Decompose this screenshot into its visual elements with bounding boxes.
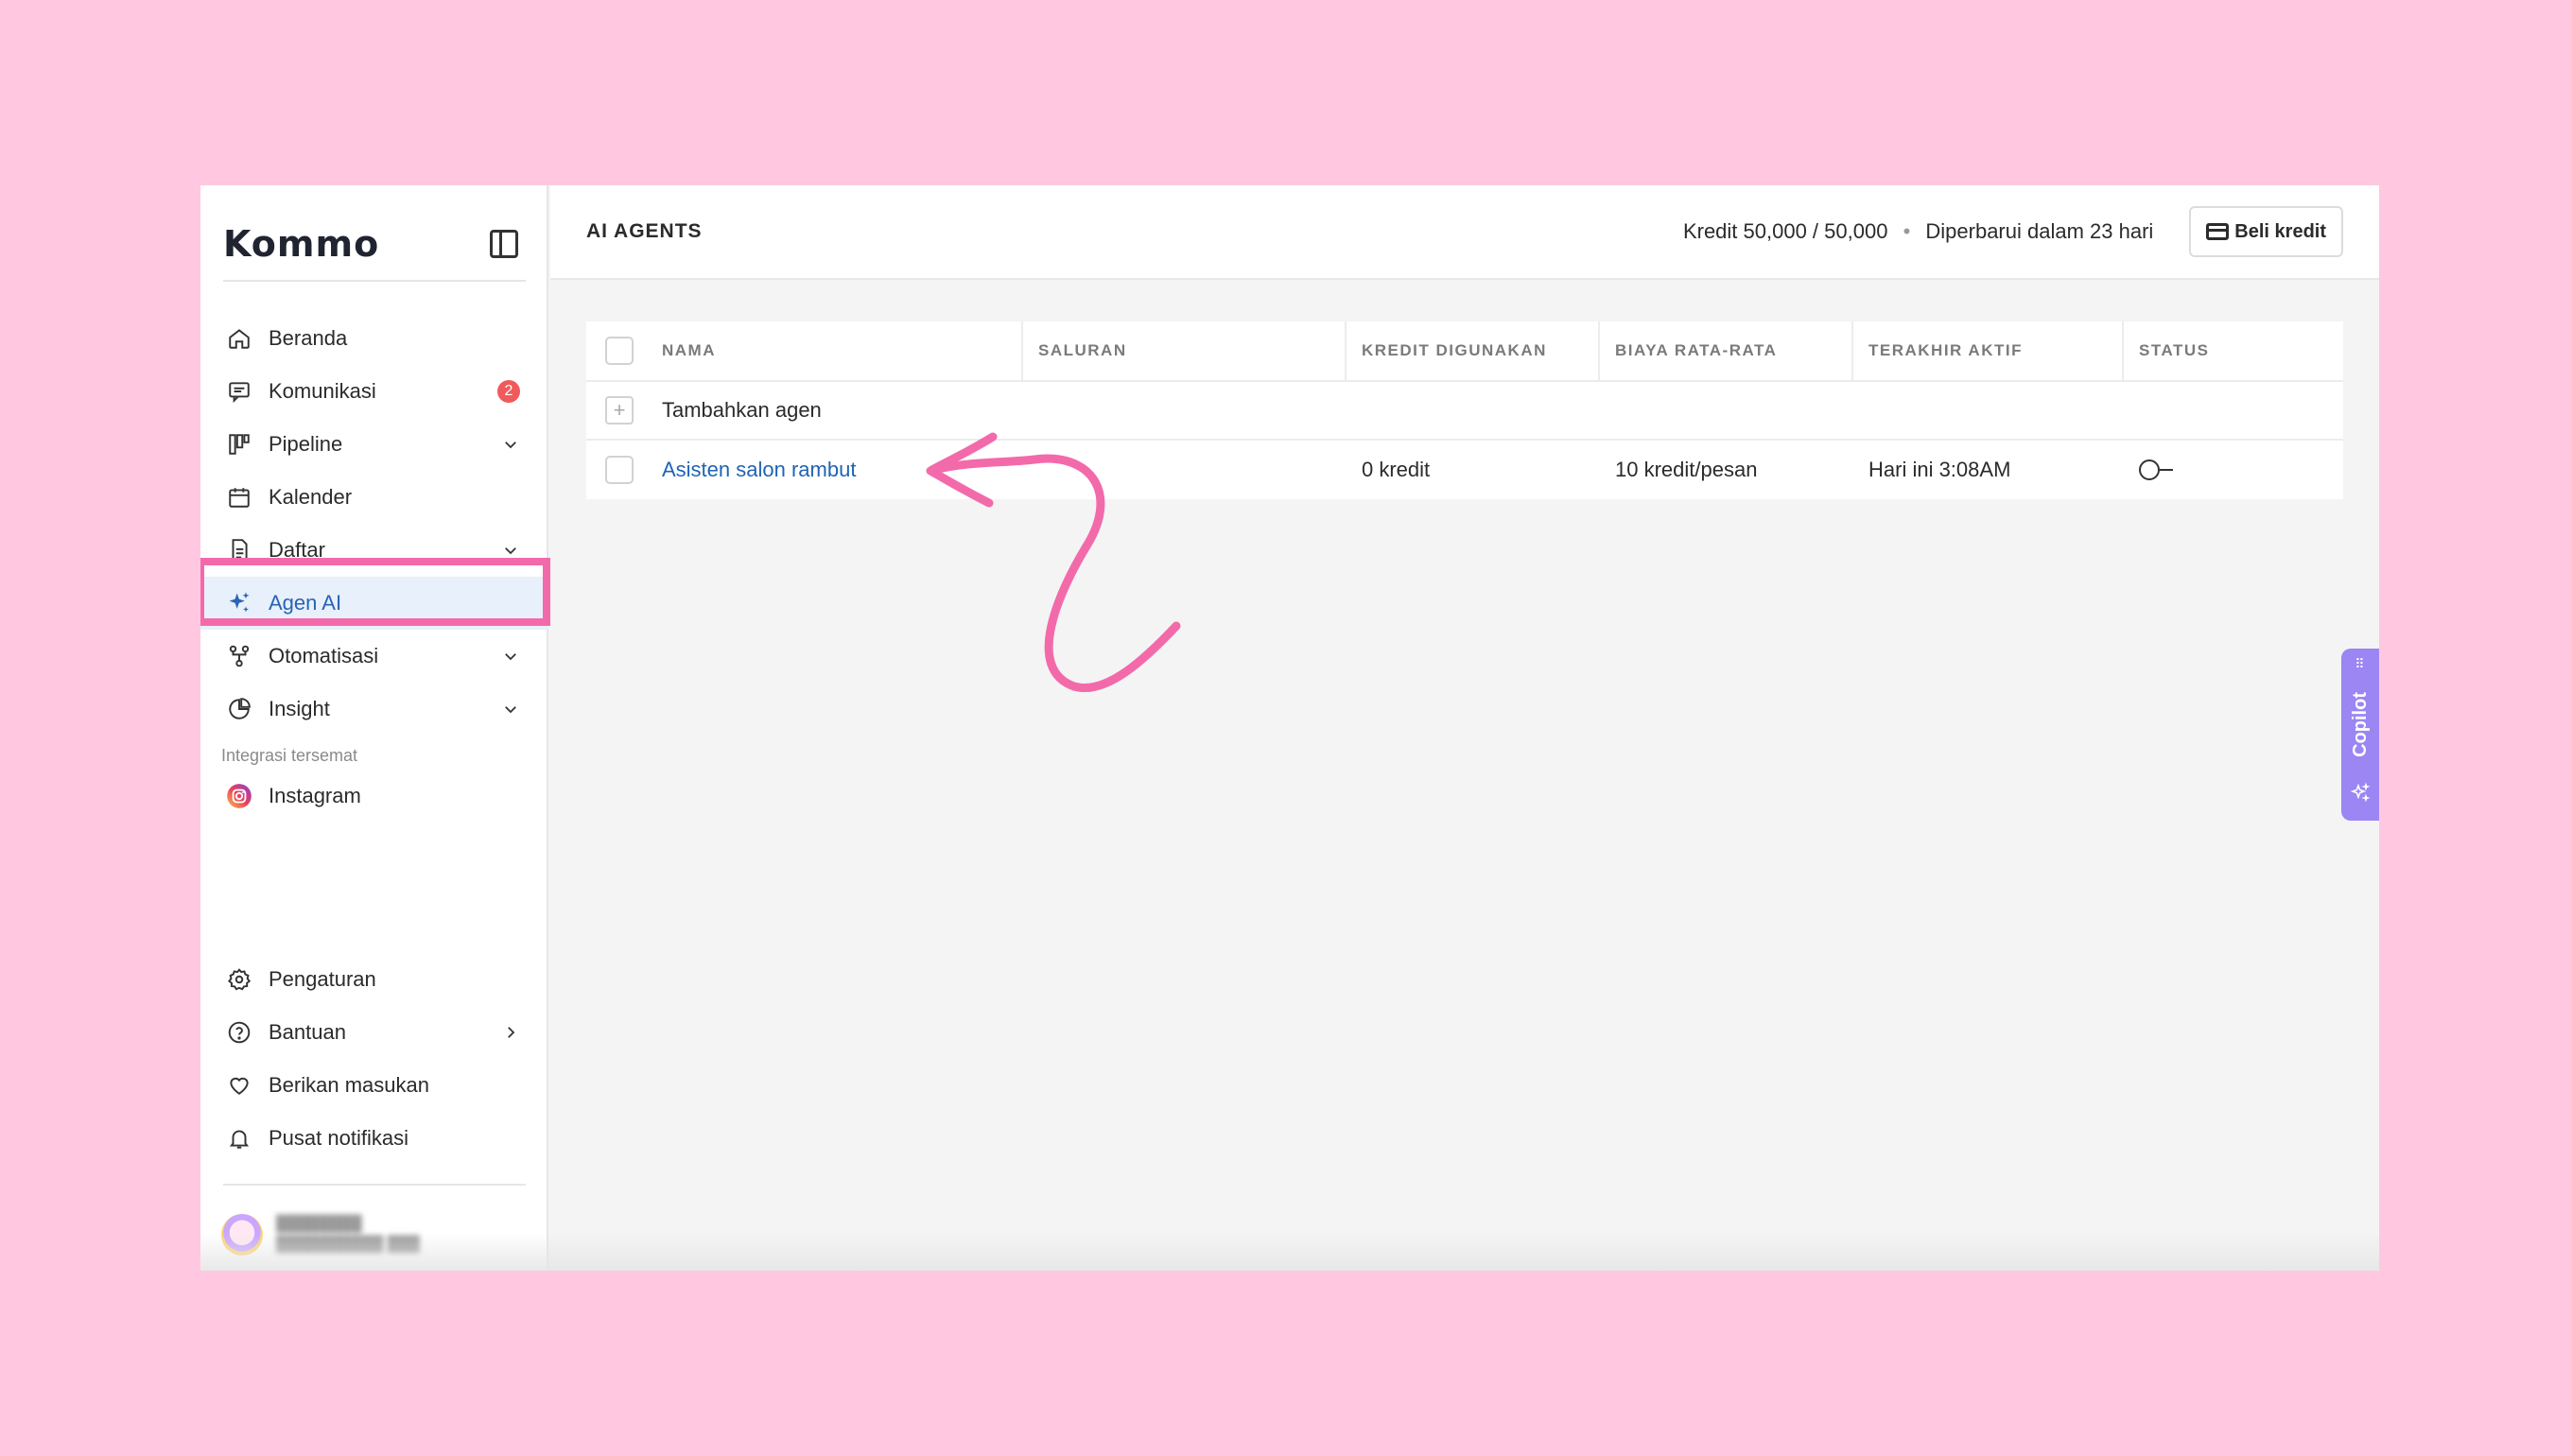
home-icon: [225, 324, 253, 353]
avg-cost-cell: 10 kredit/pesan: [1615, 458, 1758, 481]
sidebar-item-label: Instagram: [269, 784, 361, 807]
divider: [223, 280, 526, 282]
chevron-down-icon[interactable]: [501, 541, 520, 560]
sidebar-item-beranda[interactable]: Beranda: [200, 312, 548, 365]
chevron-down-icon[interactable]: [501, 435, 520, 454]
pipeline-icon: [225, 430, 253, 459]
column-header[interactable]: TERAKHIR AKTIF: [1853, 321, 2124, 380]
toggle-track: [2160, 469, 2173, 471]
chevron-right-icon[interactable]: [501, 1023, 520, 1042]
sidebar-item-insight[interactable]: Insight: [200, 683, 548, 736]
chevron-down-icon[interactable]: [501, 647, 520, 666]
sidebar-header: Kommo: [223, 210, 526, 278]
sidebar-item-label: Daftar: [269, 538, 325, 562]
column-header[interactable]: SALURAN: [1023, 321, 1347, 380]
sidebar-item-label: Pusat notifikasi: [269, 1126, 408, 1150]
column-header[interactable]: STATUS: [2124, 321, 2343, 380]
sidebar-item-label: Bantuan: [269, 1020, 346, 1044]
sidebar-item-otomatisasi[interactable]: Otomatisasi: [200, 630, 548, 683]
credits-used-cell: 0 kredit: [1362, 458, 1431, 481]
instagram-icon: [225, 782, 253, 810]
select-all-checkbox[interactable]: [605, 337, 634, 365]
agent-name-cell: Asisten salon rambut: [647, 441, 1023, 499]
unread-badge: 2: [497, 380, 520, 403]
sidebar-item-daftar[interactable]: Daftar: [200, 524, 548, 577]
heart-icon: [225, 1071, 253, 1100]
sidebar-item-pengaturan[interactable]: Pengaturan: [200, 953, 548, 1006]
sidebar-item-label: Insight: [269, 697, 330, 720]
sidebar-item-label: Beranda: [269, 326, 348, 350]
sidebar-item-label: Pipeline: [269, 432, 343, 456]
sidebar-item-label: Agen AI: [269, 591, 342, 615]
sidebar: Kommo Beranda Komunikasi 2 Pipeline Kale…: [200, 185, 550, 1271]
credit-balance: Kredit 50,000 / 50,000: [1682, 219, 1888, 243]
divider: [223, 1184, 526, 1186]
credit-info: Kredit 50,000 / 50,000 • Diperbarui dala…: [1683, 219, 2153, 244]
top-bar: AI AGENTS Kredit 50,000 / 50,000 • Diper…: [550, 185, 2379, 280]
credit-card-icon: [2206, 223, 2230, 240]
brand-logo: Kommo: [223, 223, 380, 265]
pinned-integrations-label: Integrasi tersemat: [221, 746, 358, 765]
sidebar-item-label: Komunikasi: [269, 379, 376, 403]
add-agent-label[interactable]: Tambahkan agen: [647, 382, 2343, 439]
chevron-down-icon[interactable]: [501, 700, 520, 719]
document-icon: [225, 536, 253, 564]
sidebar-item-label: Kalender: [269, 485, 353, 509]
last-active-cell: Hari ini 3:08AM: [1868, 458, 2011, 481]
automation-icon: [225, 642, 253, 670]
gear-icon: [225, 965, 253, 994]
table-row[interactable]: Asisten salon rambut 0 kredit 10 kredit/…: [586, 441, 2343, 499]
buy-credit-label: Beli kredit: [2234, 220, 2326, 242]
copilot-label: Copilot: [2349, 692, 2371, 757]
sidebar-item-agen-ai[interactable]: Agen AI: [200, 577, 548, 630]
sidebar-item-kalender[interactable]: Kalender: [200, 471, 548, 524]
help-icon: [225, 1018, 253, 1047]
copilot-tab[interactable]: ⠿ Copilot: [2341, 649, 2379, 821]
renewal-text: Diperbarui dalam 23 hari: [1925, 219, 2154, 243]
pie-chart-icon: [225, 695, 253, 723]
sidebar-item-label: Otomatisasi: [269, 644, 379, 667]
page-title: AI AGENTS: [586, 220, 703, 242]
column-header[interactable]: NAMA: [647, 321, 1023, 380]
column-header[interactable]: KREDIT DIGUNAKAN: [1347, 321, 1600, 380]
add-agent-row[interactable]: + Tambahkan agen: [586, 382, 2343, 441]
app-window: Kommo Beranda Komunikasi 2 Pipeline Kale…: [200, 185, 2379, 1271]
sparkle-icon: [2349, 782, 2372, 809]
sidebar-item-pusat-notifikasi[interactable]: Pusat notifikasi: [200, 1112, 548, 1165]
separator-dot: •: [1903, 219, 1911, 243]
bottom-fade: [200, 1233, 2379, 1271]
sidebar-item-bantuan[interactable]: Bantuan: [200, 1006, 548, 1059]
toggle-knob: [2139, 459, 2160, 480]
chat-icon: [225, 377, 253, 406]
bell-icon: [225, 1124, 253, 1153]
sidebar-item-pipeline[interactable]: Pipeline: [200, 418, 548, 471]
sidebar-item-label: Pengaturan: [269, 967, 376, 991]
sidebar-item-komunikasi[interactable]: Komunikasi 2: [200, 365, 548, 418]
channel-cell: [1023, 441, 1347, 499]
main-nav: Beranda Komunikasi 2 Pipeline Kalender D…: [200, 312, 548, 823]
sidebar-item-label: Berikan masukan: [269, 1073, 429, 1097]
plus-icon[interactable]: +: [605, 396, 634, 425]
sparkle-icon: [225, 589, 253, 617]
bottom-nav: Pengaturan Bantuan Berikan masukan Pusat…: [200, 953, 548, 1165]
sidebar-item-instagram[interactable]: Instagram: [200, 770, 548, 823]
add-icon-cell: +: [586, 382, 647, 439]
buy-credit-button[interactable]: Beli kredit: [2189, 206, 2343, 257]
calendar-icon: [225, 483, 253, 511]
drag-handle-icon[interactable]: ⠿: [2355, 657, 2365, 670]
column-header[interactable]: BIAYA RATA-RATA: [1600, 321, 1853, 380]
agent-name-link[interactable]: Asisten salon rambut: [662, 458, 856, 482]
sidebar-item-berikan-masukan[interactable]: Berikan masukan: [200, 1059, 548, 1112]
table-header: NAMA SALURAN KREDIT DIGUNAKAN BIAYA RATA…: [586, 321, 2343, 382]
sidebar-toggle-icon[interactable]: [490, 230, 518, 258]
row-checkbox[interactable]: [605, 456, 634, 484]
row-checkbox-cell: [586, 441, 647, 499]
status-cell: [2124, 441, 2343, 499]
status-toggle[interactable]: [2139, 459, 2177, 480]
header-checkbox-cell: [586, 321, 647, 380]
agents-table: NAMA SALURAN KREDIT DIGUNAKAN BIAYA RATA…: [586, 321, 2343, 499]
